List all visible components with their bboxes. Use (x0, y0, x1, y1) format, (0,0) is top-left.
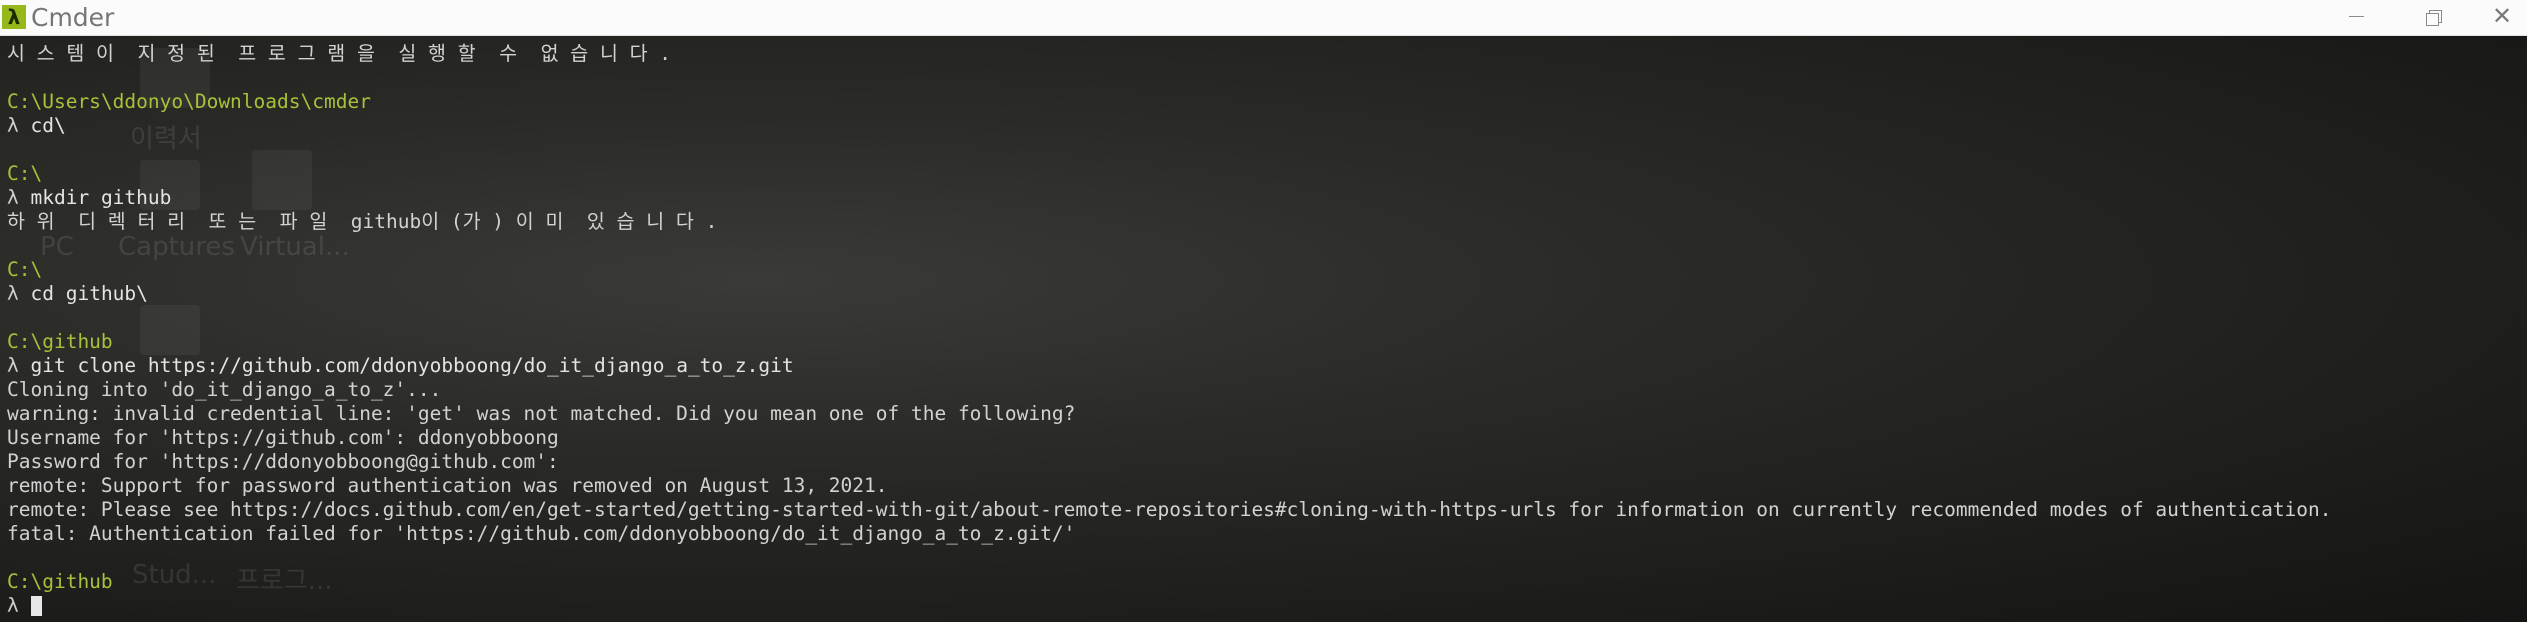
command-text: mkdir github (30, 186, 172, 209)
command-line: λ cd github\ (7, 282, 2522, 306)
command-line: λ cd\ (7, 114, 2522, 138)
path-line: C:\github (7, 330, 2522, 354)
output-text: Cloning into 'do_it_django_a_to_z'... (7, 378, 442, 401)
path-line: C:\github (7, 570, 2522, 594)
minimize-icon (2349, 16, 2364, 17)
close-icon: ✕ (2492, 2, 2513, 30)
current-directory: C:\github (7, 570, 113, 593)
cmder-window: 이력서 PC Captures Virtual... Stud... 프로그..… (0, 0, 2527, 622)
path-line: C:\ (7, 162, 2522, 186)
current-directory: C:\github (7, 330, 113, 353)
command-text: git clone https://github.com/ddonyobboon… (30, 354, 794, 377)
close-button[interactable]: ✕ (2469, 0, 2527, 35)
command-text: cd github\ (30, 282, 148, 305)
path-line: C:\ (7, 258, 2522, 282)
command-text: cd\ (30, 114, 66, 137)
output-line: remote: Support for password authenticat… (7, 474, 2522, 498)
output-line: warning: invalid credential line: 'get' … (7, 402, 2522, 426)
output-text: remote: Support for password authenticat… (7, 474, 888, 497)
output-line: remote: Please see https://docs.github.c… (7, 498, 2522, 522)
prompt-symbol: λ (7, 114, 19, 137)
output-text: fatal: Authentication failed for 'https:… (7, 522, 1076, 545)
title-bar[interactable]: λ Cmder ✕ (0, 0, 2527, 36)
output-line: Password for 'https://ddonyobboong@githu… (7, 450, 2522, 474)
output-text: remote: Please see https://docs.github.c… (7, 498, 2332, 521)
output-text: 시 스 템 이 지 정 된 프 로 그 램 을 실 행 할 수 없 습 니 다 … (7, 42, 672, 65)
output-line: Username for 'https://github.com': ddony… (7, 426, 2522, 450)
console-output[interactable]: 시 스 템 이 지 정 된 프 로 그 램 을 실 행 할 수 없 습 니 다 … (7, 42, 2522, 618)
output-text: warning: invalid credential line: 'get' … (7, 402, 1076, 425)
current-directory: C:\Users\ddonyo\Downloads\cmder (7, 90, 371, 113)
current-directory: C:\ (7, 162, 43, 185)
restore-button[interactable] (2405, 0, 2463, 35)
output-text: Password for 'https://ddonyobboong@githu… (7, 450, 559, 473)
prompt-symbol: λ (7, 186, 19, 209)
output-text: 하 위 디 렉 터 리 또 는 파 일 github이 (가 ) 이 미 있 습… (7, 210, 718, 233)
output-line: Cloning into 'do_it_django_a_to_z'... (7, 378, 2522, 402)
text-cursor[interactable] (30, 596, 42, 616)
output-line: fatal: Authentication failed for 'https:… (7, 522, 2522, 546)
output-line: 시 스 템 이 지 정 된 프 로 그 램 을 실 행 할 수 없 습 니 다 … (7, 42, 2522, 66)
command-prompt-line: λ (7, 594, 2522, 618)
command-line: λ mkdir github (7, 186, 2522, 210)
output-line: 하 위 디 렉 터 리 또 는 파 일 github이 (가 ) 이 미 있 습… (7, 210, 2522, 234)
prompt-symbol: λ (7, 354, 19, 377)
window-title: Cmder (31, 3, 115, 32)
path-line: C:\Users\ddonyo\Downloads\cmder (7, 90, 2522, 114)
prompt-symbol: λ (7, 282, 19, 305)
minimize-button[interactable] (2327, 0, 2385, 35)
output-text: Username for 'https://github.com': ddony… (7, 426, 559, 449)
command-line: λ git clone https://github.com/ddonyobbo… (7, 354, 2522, 378)
current-directory: C:\ (7, 258, 43, 281)
restore-icon-back (2426, 13, 2439, 26)
prompt-symbol: λ (7, 594, 19, 617)
cmder-lambda-icon[interactable]: λ (2, 5, 26, 29)
